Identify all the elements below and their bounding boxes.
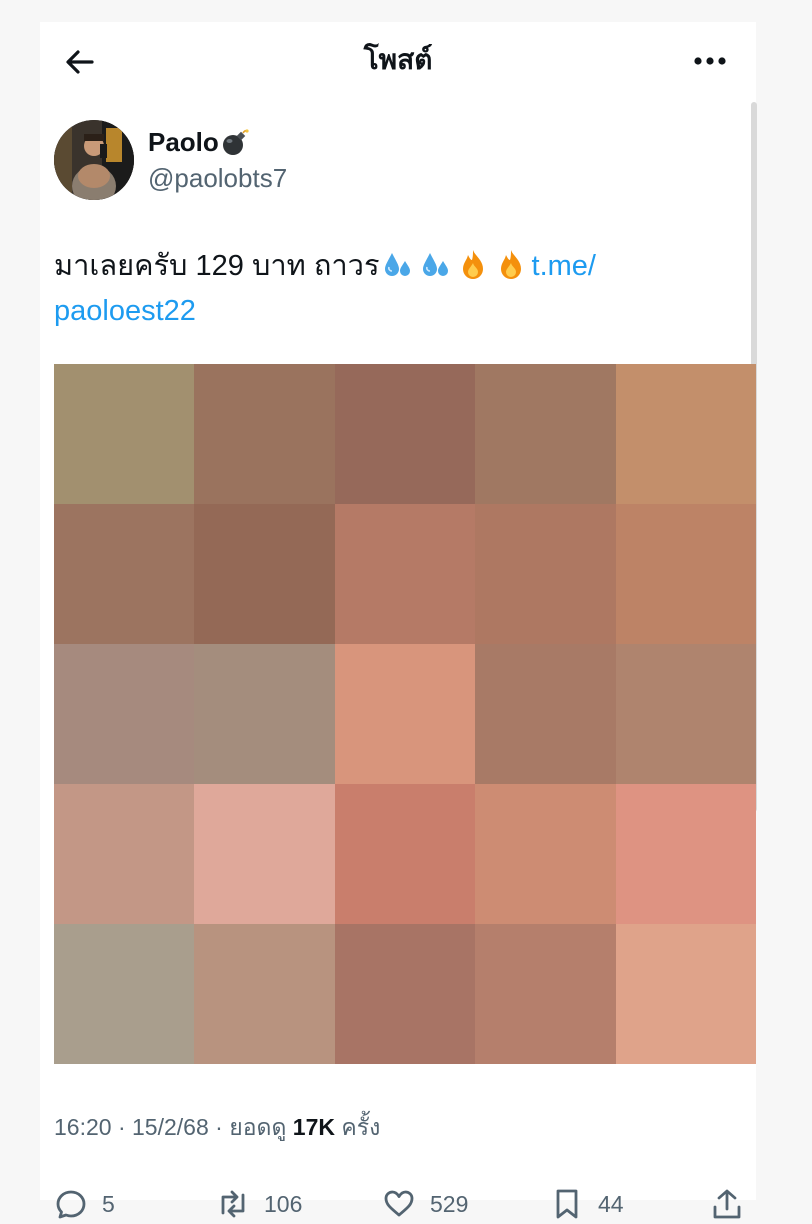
bookmark-button[interactable]: 44 (550, 1184, 624, 1224)
mosaic-cell (334, 364, 476, 504)
sweat-droplets-icon (422, 253, 448, 276)
media-image-pixelated[interactable] (54, 364, 756, 1064)
top-bar: โพสต์ (40, 22, 756, 102)
mosaic-cell (615, 644, 756, 784)
tweet-body-text: มาเลยครับ 129 บาท ถาวร (54, 250, 380, 282)
mosaic-cell (194, 784, 335, 924)
fire-icon (500, 250, 521, 279)
mosaic-cell (615, 924, 756, 1064)
mosaic-cell (54, 924, 195, 1064)
mosaic-cell (475, 504, 616, 644)
meta-separator: · (117, 1114, 126, 1140)
mosaic-cell (54, 504, 195, 644)
page-title: โพสต์ (363, 44, 433, 75)
mosaic-cell (334, 784, 476, 924)
mosaic-cell (475, 644, 616, 784)
share-icon (713, 1189, 741, 1219)
mosaic-cell (194, 504, 335, 644)
views-count[interactable]: 17K (293, 1114, 335, 1140)
author-display-name[interactable]: Paolo (148, 126, 249, 158)
mosaic-cell (615, 364, 756, 504)
tweet-link-part1: t.me/ (531, 250, 596, 282)
views-unit: ครั้ง (341, 1114, 381, 1140)
like-button[interactable]: 529 (382, 1184, 468, 1224)
reply-button[interactable]: 5 (54, 1184, 115, 1224)
avatar[interactable] (54, 120, 134, 200)
more-options-button[interactable] (692, 46, 728, 76)
reply-bubble-icon (56, 1190, 86, 1219)
action-bar: 5 106 529 44 (54, 1184, 744, 1224)
avatar-photo (54, 120, 134, 200)
post-meta: 16:20 · 15/2/68 · ยอดดู 17K ครั้ง (54, 1112, 380, 1142)
mosaic-cell (475, 784, 616, 924)
tweet-text: มาเลยครับ 129 บาท ถาวร t.me/paoloest22 (54, 244, 714, 334)
post-time: 16:20 (54, 1114, 112, 1140)
mosaic-cell (334, 644, 476, 784)
sweat-droplets-icon (384, 253, 410, 276)
mosaic-cell (194, 364, 335, 504)
author-handle[interactable]: @paolobts7 (148, 162, 287, 194)
like-count: 529 (430, 1191, 469, 1217)
mosaic-cell (475, 364, 616, 504)
author-name-text: Paolo (148, 127, 219, 157)
share-button[interactable] (710, 1184, 744, 1224)
mosaic-cell (334, 504, 476, 644)
mosaic-cell (54, 644, 195, 784)
mosaic-cell (194, 644, 335, 784)
meta-separator: · (215, 1114, 223, 1140)
views-label: ยอดดู (229, 1114, 287, 1140)
mosaic-cell (194, 924, 335, 1064)
post-date: 15/2/68 (132, 1114, 209, 1140)
mosaic-cell (54, 784, 195, 924)
more-horizontal-icon (694, 57, 726, 65)
post-card: โพสต์ Paolo @paolobts7 มาเลยครับ 129 บาท… (40, 22, 757, 1219)
bookmark-icon (556, 1189, 578, 1219)
reply-count: 5 (102, 1191, 115, 1217)
tweet-link-part2: paoloest22 (54, 295, 196, 327)
repost-button[interactable]: 106 (216, 1184, 302, 1224)
repost-icon (221, 1190, 245, 1218)
fire-icon (462, 250, 483, 279)
bookmark-count: 44 (598, 1191, 624, 1217)
bomb-icon (222, 129, 249, 155)
mosaic-cell (615, 504, 756, 644)
heart-icon (384, 1190, 414, 1217)
mosaic-cell (334, 924, 476, 1064)
repost-count: 106 (264, 1191, 303, 1217)
mosaic-cell (615, 784, 756, 924)
mosaic-cell (54, 364, 195, 504)
mosaic-cell (475, 924, 616, 1064)
